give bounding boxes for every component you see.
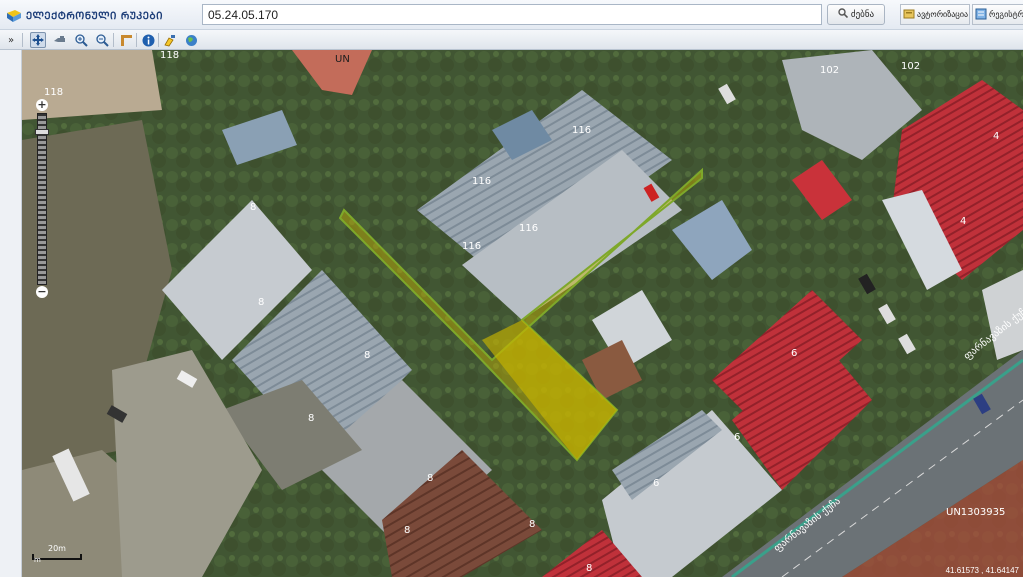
parcel-label: 6 (734, 432, 740, 443)
parcel-label: 118 (44, 87, 63, 98)
parcel-label: 116 (572, 125, 591, 136)
parcel-label: 8 (586, 563, 592, 574)
parcel-label: 116 (519, 223, 538, 234)
collapse-panel-button[interactable]: » (3, 32, 19, 48)
parcel-label: 8 (364, 350, 370, 361)
toolbar-divider (113, 33, 114, 47)
zoom-track[interactable] (37, 113, 47, 285)
parcel-label: 116 (472, 176, 491, 187)
parcel-label: 4 (960, 216, 966, 227)
app-logo[interactable]: ᲔᲚᲔᲥᲢᲠᲝᲜᲣᲚᲘ ᲠᲣᲙᲔᲑᲘ (6, 5, 163, 25)
auth-button-label: ავტორიზაცია (917, 10, 969, 19)
parcel-label: 118 (160, 50, 179, 61)
register-icon (975, 8, 987, 22)
aerial-imagery: 118 118 UN 102 102 116 116 116 116 4 4 8… (22, 50, 1023, 577)
zoom-slider[interactable]: + − (35, 99, 49, 299)
map-toolbar: » (0, 30, 1023, 50)
coordinate-readout: 41.61573 , 41.64147 (945, 566, 1019, 575)
zoom-thumb[interactable] (35, 129, 49, 135)
header-bar: ᲔᲚᲔᲥᲢᲠᲝᲜᲣᲚᲘ ᲠᲣᲙᲔᲑᲘ ძებნა ავტორიზაცია რეგ… (0, 0, 1023, 30)
search-icon (838, 8, 848, 21)
parcel-label: 8 (427, 473, 433, 484)
parcel-label: 8 (258, 297, 264, 308)
register-button[interactable]: რეგისტრ (972, 4, 1023, 25)
globe-icon[interactable] (183, 32, 199, 48)
parcel-label: 6 (791, 348, 797, 359)
parcel-label: 4 (993, 131, 999, 142)
toolbar-divider (158, 33, 159, 47)
search-button[interactable]: ძებნა (827, 4, 885, 25)
side-panel-strip[interactable] (0, 50, 22, 577)
parcel-label: UN1303935 (946, 507, 1005, 518)
parcel-label: 102 (901, 61, 920, 72)
key-icon (903, 8, 915, 22)
toolbar-divider (22, 33, 23, 47)
parcel-label: 116 (462, 241, 481, 252)
parcel-label: 8 (250, 202, 256, 213)
map-book-icon (6, 8, 22, 22)
toolbar-divider (136, 33, 137, 47)
parcel-label: 102 (820, 65, 839, 76)
scale-label: 20m (48, 544, 66, 553)
parcel-label: UN (335, 54, 350, 65)
zoom-out-icon[interactable] (94, 32, 110, 48)
pan-icon[interactable] (30, 32, 46, 48)
zoom-in-button[interactable]: + (36, 99, 48, 111)
app-window: ᲔᲚᲔᲥᲢᲠᲝᲜᲣᲚᲘ ᲠᲣᲙᲔᲑᲘ ძებნა ავტორიზაცია რეგ… (0, 0, 1023, 577)
register-button-label: რეგისტრ (989, 10, 1023, 19)
measure-icon[interactable] (118, 32, 134, 48)
search-input[interactable] (202, 4, 822, 25)
hand-icon[interactable] (52, 32, 68, 48)
search-button-label: ძებნა (850, 9, 875, 20)
scale-bar: 20m m (32, 542, 92, 566)
parcel-label: 8 (308, 413, 314, 424)
zoom-out-button[interactable]: − (36, 286, 48, 298)
parcel-label: 6 (653, 478, 659, 489)
info-icon[interactable] (140, 32, 156, 48)
scale-unit: m (34, 556, 41, 564)
parcel-label: 8 (529, 519, 535, 530)
parcel-label: 8 (404, 525, 410, 536)
highlighter-icon[interactable] (162, 32, 178, 48)
app-title: ᲔᲚᲔᲥᲢᲠᲝᲜᲣᲚᲘ ᲠᲣᲙᲔᲑᲘ (26, 11, 163, 22)
map-view[interactable]: 118 118 UN 102 102 116 116 116 116 4 4 8… (22, 50, 1023, 577)
auth-button[interactable]: ავტორიზაცია (900, 4, 970, 25)
zoom-in-icon[interactable] (73, 32, 89, 48)
